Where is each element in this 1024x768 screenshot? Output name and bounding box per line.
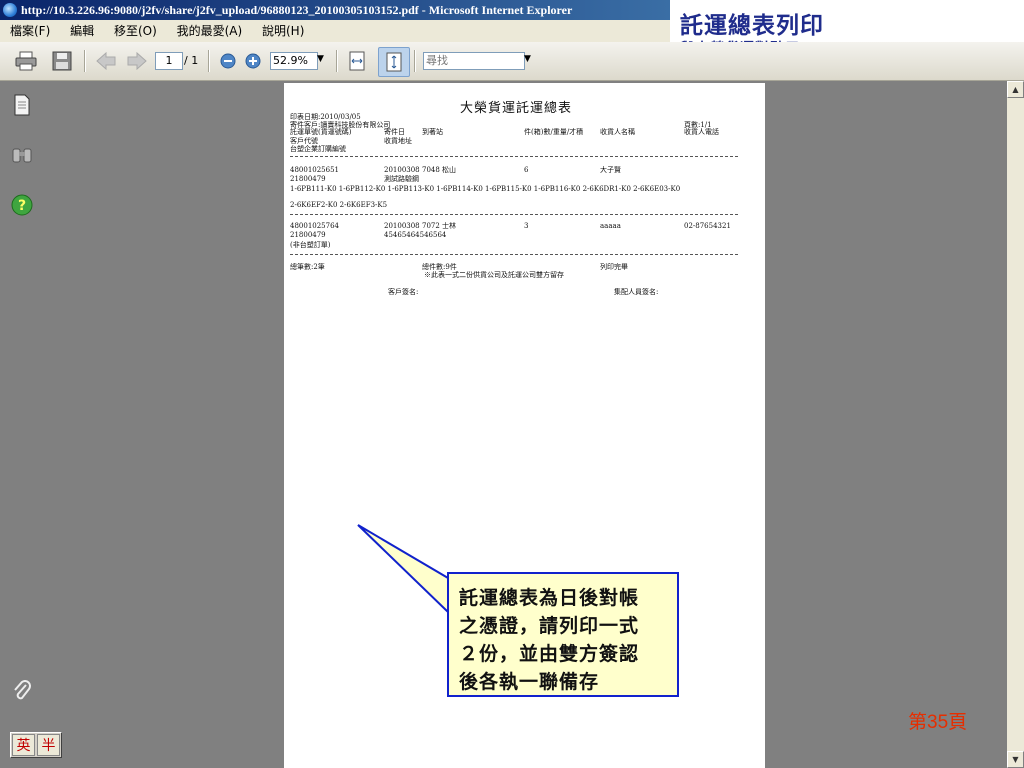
row1-station: 7048 松山 xyxy=(422,166,457,174)
copies-note: ※此表一式二份供貨公司及託運公司雙方留存 xyxy=(424,271,564,279)
menu-bar: 檔案(F) 編輯 移至(O) 我的最愛(A) 說明(H) xyxy=(0,20,670,42)
row1-address: 測試路驗鋼 xyxy=(384,175,419,183)
callout-line: 之憑證，請列印一式 xyxy=(459,615,640,637)
row2-date: 20100308 xyxy=(384,222,420,230)
help-icon[interactable]: ? xyxy=(11,194,33,216)
zoom-in-icon[interactable] xyxy=(242,50,264,72)
toolbar-separator xyxy=(84,50,86,72)
col-send-date: 寄件日 xyxy=(384,128,405,136)
col-arrival-station: 到著站 xyxy=(422,128,443,136)
svg-text:?: ? xyxy=(18,198,26,214)
page-number-input[interactable]: 1 xyxy=(155,52,183,70)
window-title: http://10.3.226.96:9080/j2fv/share/j2fv_… xyxy=(21,3,573,17)
row2-station: 7072 士林 xyxy=(422,222,457,230)
zoom-out-icon[interactable] xyxy=(217,50,239,72)
slide-number: 第35頁 xyxy=(908,712,968,733)
vertical-scrollbar[interactable]: ▲ ▼ xyxy=(1007,81,1024,768)
col-order-no: 台塑企業訂購編號 xyxy=(290,145,346,153)
ie-icon xyxy=(3,3,17,17)
row1-receiver: 大子賢 xyxy=(600,166,621,174)
col-receiver-name: 收貨人名稱 xyxy=(600,128,635,136)
row1-count: 6 xyxy=(524,166,529,174)
customer-signature: 客戶簽名: xyxy=(388,288,419,296)
scroll-up-icon[interactable]: ▲ xyxy=(1007,81,1024,98)
row2-receiver: aaaaa xyxy=(600,222,621,230)
toolbar-separator xyxy=(208,50,210,72)
row2-note: (非台塑訂單) xyxy=(290,241,331,249)
toolbar-separator xyxy=(414,50,416,72)
row1-date: 20100308 xyxy=(384,166,420,174)
row2-code: 21800479 xyxy=(290,231,326,239)
window-title-bar: http://10.3.226.96:9080/j2fv/share/j2fv_… xyxy=(0,0,670,20)
divider xyxy=(290,156,738,157)
row2-count: 3 xyxy=(524,222,529,230)
callout-line: 託運總表為日後對帳 xyxy=(459,587,640,609)
callout-line: ２份，並由雙方簽認 xyxy=(459,643,640,665)
total-records: 總筆數:2筆 xyxy=(290,263,325,271)
zoom-input[interactable]: 52.9% xyxy=(270,52,318,70)
callout-line: 後各執一聯備存 xyxy=(459,671,600,693)
divider xyxy=(290,254,738,255)
menu-favorites[interactable]: 我的最愛(A) xyxy=(171,20,249,42)
row1-code: 21800479 xyxy=(290,175,326,183)
fit-page-icon[interactable] xyxy=(378,47,410,77)
menu-file[interactable]: 檔案(F) xyxy=(4,20,56,42)
zoom-dropdown-icon[interactable]: ▼ xyxy=(317,54,324,64)
col-receiver-address: 收貨地址 xyxy=(384,137,412,145)
left-navigation-pane xyxy=(0,81,44,768)
ime-english[interactable]: 英 xyxy=(12,734,35,756)
previous-page-icon[interactable] xyxy=(95,50,117,72)
page-total: / 1 xyxy=(184,54,199,67)
document-title: 大榮貨運託運總表 xyxy=(460,101,573,116)
menu-help[interactable]: 說明(H) xyxy=(256,20,310,42)
attachment-icon[interactable] xyxy=(11,680,33,702)
col-customer-code: 客戶代號 xyxy=(290,137,318,145)
pages-icon[interactable] xyxy=(11,94,33,116)
scroll-down-icon[interactable]: ▼ xyxy=(1007,751,1024,768)
total-pieces: 總件數:9件 xyxy=(422,263,457,271)
col-pieces: 件(箱)數/重量/才積 xyxy=(524,128,584,136)
fit-width-icon[interactable] xyxy=(346,50,368,72)
row1-waybill-no: 48001025651 xyxy=(290,166,339,174)
find-dropdown-icon[interactable]: ▼ xyxy=(524,54,531,64)
pdf-toolbar: 1 / 1 52.9% ▼ 尋找 ▼ xyxy=(0,42,1024,81)
menu-goto[interactable]: 移至(O) xyxy=(108,20,163,42)
next-page-icon[interactable] xyxy=(126,50,148,72)
row2-phone: 02-87654321 xyxy=(684,222,731,230)
row1-items-2: 2-6K6EF2-K0 2-6K6EF3-K5 xyxy=(290,201,388,209)
binoculars-icon[interactable] xyxy=(11,144,33,166)
ime-half-width[interactable]: 半 xyxy=(37,734,60,756)
row1-items-1: 1-6PB111-K0 1-6PB112-K0 1-6PB113-K0 1-6P… xyxy=(290,185,681,193)
menu-edit[interactable]: 編輯 xyxy=(64,20,100,42)
row2-waybill-no: 48001025764 xyxy=(290,222,339,230)
save-icon[interactable] xyxy=(51,50,73,72)
row2-address: 45465464546564 xyxy=(384,231,447,239)
slide-title: 託運總表列印 xyxy=(680,13,824,38)
driver-signature: 集配人員簽名: xyxy=(614,288,659,296)
toolbar-separator xyxy=(336,50,338,72)
find-input[interactable]: 尋找 xyxy=(423,52,525,70)
print-icon[interactable] xyxy=(15,50,37,72)
col-receiver-phone: 收貨人電話 xyxy=(684,128,719,136)
col-waybill-no: 託運單號(貨運號碼) xyxy=(290,128,352,136)
print-date: 印表日期:2010/03/05 xyxy=(290,113,361,121)
callout-note: 託運總表為日後對帳 之憑證，請列印一式 ２份，並由雙方簽認 後各執一聯備存 xyxy=(447,572,679,697)
ime-indicator[interactable]: 英 半 xyxy=(10,732,62,758)
divider xyxy=(290,214,738,215)
print-complete: 列印完畢 xyxy=(600,263,628,271)
